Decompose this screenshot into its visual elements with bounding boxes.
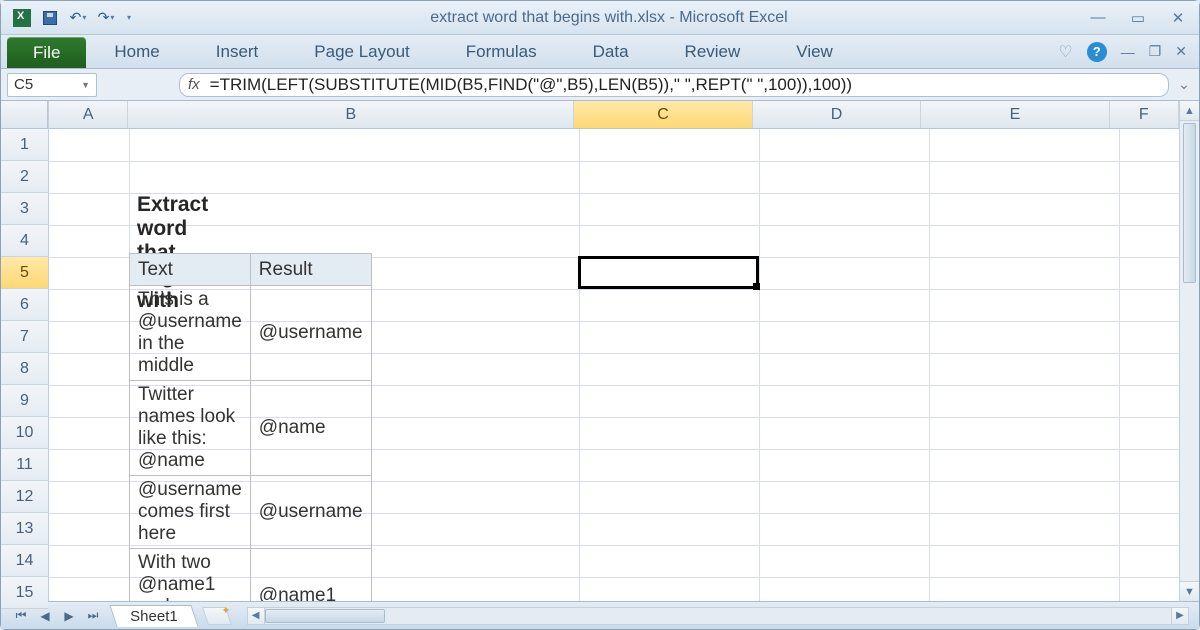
sheet-tab-label: Sheet1	[130, 608, 178, 625]
row-header-15[interactable]: 15	[1, 577, 48, 609]
sheet-tab-sheet1[interactable]: Sheet1	[109, 605, 198, 627]
row-header-9[interactable]: 9	[1, 385, 48, 417]
fx-icon[interactable]: fx	[188, 76, 200, 93]
excel-icon	[13, 9, 31, 27]
row-header-6[interactable]: 6	[1, 289, 48, 321]
redo-button[interactable]: ↷▾	[95, 7, 117, 29]
select-all-corner[interactable]	[1, 101, 48, 129]
last-sheet-button[interactable]: ⏭	[83, 606, 103, 626]
minimize-ribbon-icon[interactable]: ♡	[1058, 42, 1072, 62]
minimize-icon: —	[1091, 9, 1106, 26]
close-button[interactable]: ✕	[1167, 9, 1189, 27]
table-row: With two @name1 and @name2@name1	[130, 549, 372, 602]
formula-input-area[interactable]: fx =TRIM(LEFT(SUBSTITUTE(MID(B5,FIND("@"…	[179, 73, 1169, 97]
first-sheet-button[interactable]: ⏮	[11, 606, 31, 626]
tab-insert[interactable]: Insert	[188, 35, 287, 68]
window-title: extract word that begins with.xlsx - Mic…	[131, 9, 1087, 27]
tab-data[interactable]: Data	[565, 35, 657, 68]
row-header-11[interactable]: 11	[1, 449, 48, 481]
minimize-button[interactable]: —	[1087, 9, 1109, 27]
tab-formulas[interactable]: Formulas	[438, 35, 565, 68]
row-headers: 123456789101112131415	[1, 101, 49, 601]
row-header-1[interactable]: 1	[1, 129, 48, 161]
titlebar: ↶▾ ↷▾ ▾ extract word that begins with.xl…	[1, 1, 1199, 35]
table-header-text[interactable]: Text	[130, 254, 251, 286]
row-header-2[interactable]: 2	[1, 161, 48, 193]
name-box-value: C5	[14, 76, 33, 93]
row-header-8[interactable]: 8	[1, 353, 48, 385]
vertical-scrollbar[interactable]: ▲ ▼	[1179, 101, 1199, 601]
table-row: This is a @username in the middle@userna…	[130, 286, 372, 381]
grid: 123456789101112131415 ABCDEF Extract wor…	[1, 101, 1199, 601]
cell-result[interactable]: @name1	[250, 549, 371, 602]
tab-home[interactable]: Home	[86, 35, 187, 68]
table-row: Twitter names look like this: @name@name	[130, 381, 372, 476]
formula-text: =TRIM(LEFT(SUBSTITUTE(MID(B5,FIND("@",B5…	[210, 75, 852, 95]
file-tab[interactable]: File	[7, 37, 86, 68]
cell-text[interactable]: With two @name1 and @name2	[130, 549, 251, 602]
row-header-4[interactable]: 4	[1, 225, 48, 257]
horizontal-scrollbar[interactable]: ◀ ▶	[247, 607, 1189, 625]
app-icon[interactable]	[11, 7, 33, 29]
maximize-icon: ▭	[1131, 9, 1145, 27]
row-header-7[interactable]: 7	[1, 321, 48, 353]
save-button[interactable]	[39, 7, 61, 29]
maximize-button[interactable]: ▭	[1127, 9, 1149, 27]
hscroll-left-button[interactable]: ◀	[247, 607, 265, 625]
chevron-down-icon: ▼	[81, 80, 90, 90]
redo-icon: ↷	[98, 9, 110, 26]
row-header-13[interactable]: 13	[1, 513, 48, 545]
row-header-14[interactable]: 14	[1, 545, 48, 577]
cell-text[interactable]: @username comes first here	[130, 476, 251, 549]
row-header-3[interactable]: 3	[1, 193, 48, 225]
tab-view[interactable]: View	[768, 35, 861, 68]
next-sheet-button[interactable]: ▶	[59, 606, 79, 626]
cell-result[interactable]: @name	[250, 381, 371, 476]
help-icon[interactable]: ?	[1087, 42, 1107, 62]
window-close-icon[interactable]: ✕	[1175, 43, 1187, 60]
hscroll-right-button[interactable]: ▶	[1171, 607, 1189, 625]
undo-icon: ↶	[70, 9, 82, 26]
name-box[interactable]: C5 ▼	[7, 73, 97, 97]
hscroll-track[interactable]	[265, 607, 1171, 625]
tab-review[interactable]: Review	[657, 35, 769, 68]
cell-result[interactable]: @username	[250, 476, 371, 549]
scroll-down-button[interactable]: ▼	[1180, 581, 1199, 601]
table-header-result[interactable]: Result	[250, 254, 371, 286]
expand-formula-icon[interactable]: ⌄	[1175, 76, 1193, 93]
cell-result[interactable]: @username	[250, 286, 371, 381]
close-icon: ✕	[1172, 9, 1185, 27]
window-restore-icon[interactable]: ❐	[1149, 43, 1162, 60]
row-header-12[interactable]: 12	[1, 481, 48, 513]
vscroll-thumb[interactable]	[1183, 123, 1196, 283]
ribbon: File Home Insert Page Layout Formulas Da…	[1, 35, 1199, 69]
window-min-icon[interactable]: —	[1121, 44, 1135, 60]
cell-text[interactable]: Twitter names look like this: @name	[130, 381, 251, 476]
cell-text[interactable]: This is a @username in the middle	[130, 286, 251, 381]
tab-page-layout[interactable]: Page Layout	[286, 35, 437, 68]
table-row: @username comes first here@username	[130, 476, 372, 549]
undo-button[interactable]: ↶▾	[67, 7, 89, 29]
prev-sheet-button[interactable]: ◀	[35, 606, 55, 626]
save-icon	[43, 11, 57, 25]
new-sheet-button[interactable]	[202, 607, 232, 625]
hscroll-thumb[interactable]	[265, 609, 385, 623]
sheet-area[interactable]: ABCDEF Extract word that begins withText…	[49, 101, 1179, 601]
row-header-5[interactable]: 5	[1, 257, 48, 289]
statusbar: ⏮ ◀ ▶ ⏭ Sheet1 ◀ ▶	[1, 601, 1199, 629]
row-header-10[interactable]: 10	[1, 417, 48, 449]
formula-bar: C5 ▼ fx =TRIM(LEFT(SUBSTITUTE(MID(B5,FIN…	[1, 69, 1199, 101]
scroll-up-button[interactable]: ▲	[1180, 101, 1199, 121]
